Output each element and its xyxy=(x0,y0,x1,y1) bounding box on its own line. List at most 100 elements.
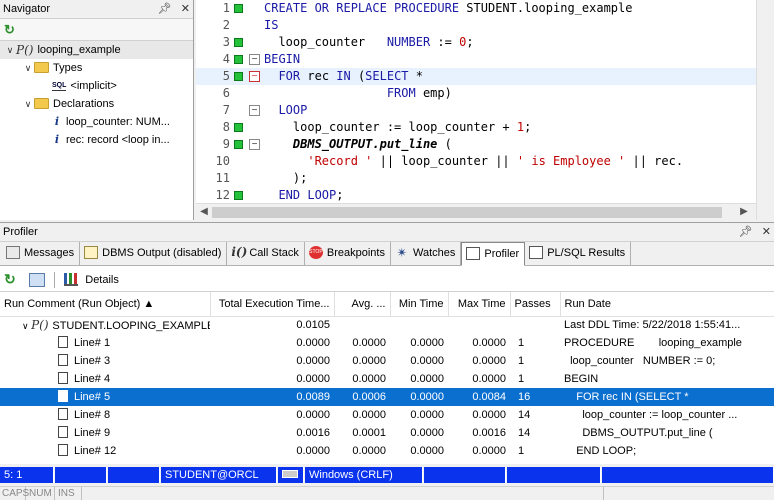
tab-breakpoints[interactable]: STOP Breakpoints xyxy=(305,242,391,265)
navigator-tree: ∨ P() looping_example ∨ Types SQL <implicit> ∨ D… xyxy=(0,41,193,149)
line-label: Line# 9 xyxy=(74,426,111,439)
details-button[interactable]: Details xyxy=(85,274,119,286)
database-icon[interactable] xyxy=(29,272,46,287)
bar-chart-icon[interactable] xyxy=(64,273,79,286)
breakpoint-icon[interactable] xyxy=(234,123,243,132)
breakpoint-icon[interactable] xyxy=(234,72,243,81)
table-row[interactable]: Line# 4 0.0000 0.0000 0.0000 0.0000 1 BEGIN xyxy=(0,370,774,388)
breakpoint-icon[interactable] xyxy=(234,38,243,47)
code-line[interactable]: 7 − LOOP xyxy=(196,102,756,119)
code-line[interactable]: 12 END LOOP; xyxy=(196,187,756,203)
code-line[interactable]: 5 − FOR rec IN (SELECT * xyxy=(196,68,756,85)
document-icon xyxy=(58,372,68,385)
table-row[interactable]: Line# 8 0.0000 0.0000 0.0000 0.0000 14 loop_c… xyxy=(0,406,774,424)
footer-cell-empty xyxy=(606,487,774,500)
chevron-down-icon[interactable]: ∨ xyxy=(22,321,31,331)
total-time-cell: 0.0000 xyxy=(296,337,330,349)
table-row[interactable]: ∨ P() STUDENT.LOOPING_EXAMPLE 0.0105 Last … xyxy=(0,316,774,334)
breakpoint-icon[interactable] xyxy=(234,140,243,149)
source-text-cell: BEGIN xyxy=(564,373,599,385)
tree-item[interactable]: SQL <implicit> xyxy=(0,77,193,95)
close-icon[interactable]: ✕ xyxy=(762,226,771,238)
profiler-toolbar: ↻ Details xyxy=(0,266,774,292)
fold-toggle-icon[interactable]: − xyxy=(249,54,260,65)
tab-label: Breakpoints xyxy=(326,247,385,259)
total-time-cell: 0.0016 xyxy=(296,427,330,439)
source-text-cell: loop_counter NUMBER := 0; xyxy=(564,355,716,367)
code-line[interactable]: 3 loop_counter NUMBER := 0; xyxy=(196,34,756,51)
tab-pl-sql-results[interactable]: PL/SQL Results xyxy=(525,242,632,265)
document-icon xyxy=(58,390,68,403)
tab-watches[interactable]: ✴ Watches xyxy=(391,242,462,265)
column-header[interactable]: Run Comment (Run Object) ▲ xyxy=(0,292,211,317)
pin-icon[interactable]: 📌︎ xyxy=(739,226,753,238)
fold-toggle-icon[interactable]: − xyxy=(249,105,260,116)
code-line[interactable]: 1 CREATE OR REPLACE PROCEDURE STUDENT.loo… xyxy=(196,0,756,17)
column-header[interactable]: Avg. ... xyxy=(334,292,391,317)
code-line[interactable]: 4 − BEGIN xyxy=(196,51,756,68)
tree-item[interactable]: i rec: record <loop in... xyxy=(0,131,193,149)
code-line[interactable]: 2 IS xyxy=(196,17,756,34)
breakpoint-icon[interactable] xyxy=(234,55,243,64)
tab-dbms-output-disabled[interactable]: DBMS Output (disabled) xyxy=(80,242,228,265)
code-text: LOOP xyxy=(278,103,308,117)
scroll-right-icon[interactable]: ▶ xyxy=(738,206,750,217)
fold-toggle-icon[interactable]: − xyxy=(249,139,260,150)
min-time-cell: 0.0000 xyxy=(390,388,448,406)
horizontal-scroll-thumb[interactable] xyxy=(212,207,722,218)
code-line[interactable]: 9 − DBMS_OUTPUT.put_line ( xyxy=(196,136,756,153)
total-time-cell: 0.0105 xyxy=(296,319,330,332)
column-header[interactable]: Total Execution Time... xyxy=(210,292,335,317)
fold-toggle-icon[interactable]: − xyxy=(249,71,260,82)
breakpoint-icon[interactable] xyxy=(234,4,243,13)
chevron-down-icon[interactable]: ∨ xyxy=(4,41,16,59)
horizontal-scrollbar[interactable]: ◀ ▶ xyxy=(196,203,756,220)
passes-cell: 16 xyxy=(510,388,560,406)
column-header[interactable]: Max Time xyxy=(448,292,511,317)
table-row[interactable]: Line# 12 0.0000 0.0000 0.0000 0.0000 1 END LO… xyxy=(0,442,774,460)
column-header[interactable]: Min Time xyxy=(390,292,449,317)
tree-item[interactable]: ∨ Declarations xyxy=(0,95,193,113)
chevron-down-icon[interactable]: ∨ xyxy=(22,95,34,113)
table-header: Run Comment (Run Object) ▲ Total Executio… xyxy=(0,292,774,317)
tree-item[interactable]: ∨ P() looping_example xyxy=(0,41,193,59)
vertical-scrollbar[interactable] xyxy=(756,0,774,220)
code-line[interactable]: 6 FROM emp) xyxy=(196,85,756,102)
empty-cell xyxy=(334,316,390,334)
watches-icon: ✴ xyxy=(396,244,408,260)
refresh-icon[interactable]: ↻ xyxy=(4,271,22,288)
tab-messages[interactable]: Messages xyxy=(2,242,81,265)
document-icon xyxy=(58,408,68,421)
close-icon[interactable]: ✕ xyxy=(181,3,190,15)
refresh-icon[interactable]: ↻ xyxy=(4,22,15,37)
scroll-left-icon[interactable]: ◀ xyxy=(198,206,210,217)
status-cell-empty xyxy=(108,467,160,483)
tree-item[interactable]: ∨ Types xyxy=(0,59,193,77)
column-header[interactable]: Passes xyxy=(510,292,561,317)
tab-profiler[interactable]: Profiler xyxy=(461,242,526,266)
status-cell-empty xyxy=(55,467,107,483)
code-area[interactable]: 1 CREATE OR REPLACE PROCEDURE STUDENT.loo… xyxy=(196,0,756,203)
tab-call-stack[interactable]: i() Call Stack xyxy=(227,242,305,265)
status-cell-empty xyxy=(602,467,774,483)
breakpoint-icon[interactable] xyxy=(234,191,243,200)
tab-label: Messages xyxy=(24,247,75,259)
navigator-toolbar: ↻ xyxy=(0,19,193,41)
pin-icon[interactable]: 📌︎ xyxy=(158,3,172,15)
min-time-cell: 0.0000 xyxy=(410,409,444,421)
line-number: 6 xyxy=(222,86,230,100)
table-row[interactable]: Line# 1 0.0000 0.0000 0.0000 0.0000 1 PROCEDUR… xyxy=(0,334,774,352)
code-line[interactable]: 8 loop_counter := loop_counter + 1; xyxy=(196,119,756,136)
column-header[interactable]: Run Date xyxy=(560,292,774,317)
line-label: Line# 5 xyxy=(74,390,111,403)
table-row[interactable]: Line# 9 0.0016 0.0001 0.0000 0.0016 14 DBMS_O… xyxy=(0,424,774,442)
chevron-down-icon[interactable]: ∨ xyxy=(22,59,34,77)
run-date-cell: Last DDL Time: 5/22/2018 1:55:41... xyxy=(564,319,741,332)
tree-item[interactable]: i loop_counter: NUM... xyxy=(0,113,193,131)
folder-icon xyxy=(34,61,49,73)
code-line[interactable]: 11 ); xyxy=(196,170,756,187)
table-row[interactable]: Line# 3 0.0000 0.0000 0.0000 0.0000 1 loop_co… xyxy=(0,352,774,370)
code-editor[interactable]: 1 CREATE OR REPLACE PROCEDURE STUDENT.loo… xyxy=(196,0,774,220)
code-line[interactable]: 10 'Record ' || loop_counter || ' is Emp… xyxy=(196,153,756,170)
table-row[interactable]: Line# 5 0.0089 0.0006 0.0000 0.0084 16 FOR re… xyxy=(0,388,774,406)
